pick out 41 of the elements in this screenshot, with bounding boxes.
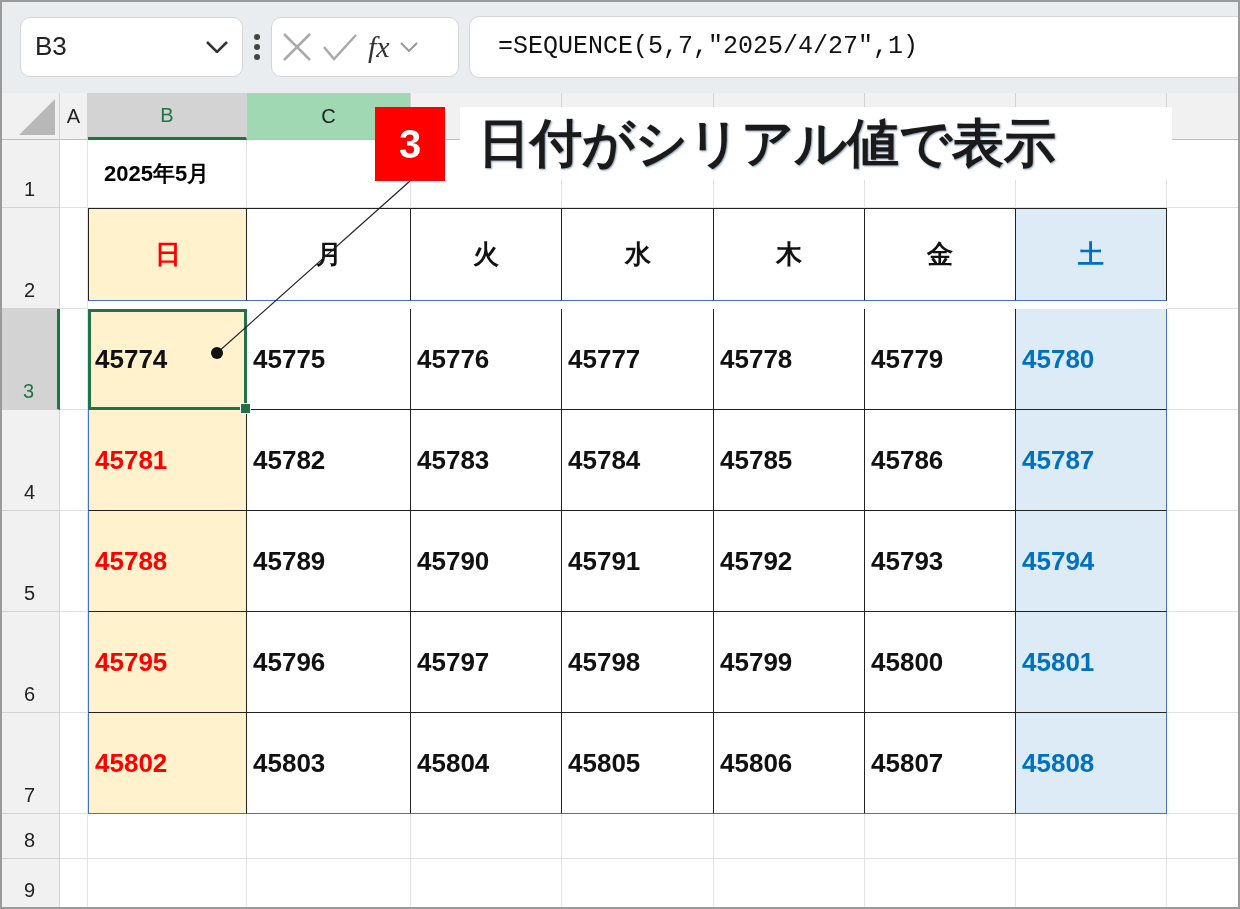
date-cell: 45776 xyxy=(411,309,562,410)
date-cell: 45791 xyxy=(562,511,714,612)
date-cell: 45798 xyxy=(562,612,714,713)
date-cell: 45789 xyxy=(247,511,411,612)
date-cell: 45808 xyxy=(1016,713,1167,814)
day-header: 木 xyxy=(714,208,865,301)
date-cell: 45806 xyxy=(714,713,865,814)
date-cell: 45786 xyxy=(865,410,1016,511)
step-number-tooltip: 3 xyxy=(375,107,445,181)
date-cell: 45785 xyxy=(714,410,865,511)
date-cell: 45802 xyxy=(88,713,247,814)
day-header: 金 xyxy=(865,208,1016,301)
date-cell: 45790 xyxy=(411,511,562,612)
day-header: 日 xyxy=(88,208,247,301)
date-cell: 45796 xyxy=(247,612,411,713)
date-cell: 45783 xyxy=(411,410,562,511)
date-cell: 45781 xyxy=(88,410,247,511)
day-header: 水 xyxy=(562,208,714,301)
date-cell: 45807 xyxy=(865,713,1016,814)
date-cell: 45792 xyxy=(714,511,865,612)
date-cell: 45805 xyxy=(562,713,714,814)
date-cell: 45803 xyxy=(247,713,411,814)
day-header: 土 xyxy=(1016,208,1167,301)
date-cell: 45797 xyxy=(411,612,562,713)
callout-tooltip: 日付がシリアル値で表示 xyxy=(460,107,1172,180)
date-cell: 45800 xyxy=(865,612,1016,713)
date-cell: 45794 xyxy=(1016,511,1167,612)
date-cell: 45779 xyxy=(865,309,1016,410)
date-cell: 45799 xyxy=(714,612,865,713)
date-cell: 45780 xyxy=(1016,309,1167,410)
date-cell: 45787 xyxy=(1016,410,1167,511)
date-cell: 45777 xyxy=(562,309,714,410)
day-header: 火 xyxy=(411,208,562,301)
date-cell: 45784 xyxy=(562,410,714,511)
date-cell: 45782 xyxy=(247,410,411,511)
date-cell: 45801 xyxy=(1016,612,1167,713)
date-cell: 45793 xyxy=(865,511,1016,612)
date-cell: 45804 xyxy=(411,713,562,814)
date-cell: 45795 xyxy=(88,612,247,713)
date-cell: 45788 xyxy=(88,511,247,612)
date-cell: 45778 xyxy=(714,309,865,410)
